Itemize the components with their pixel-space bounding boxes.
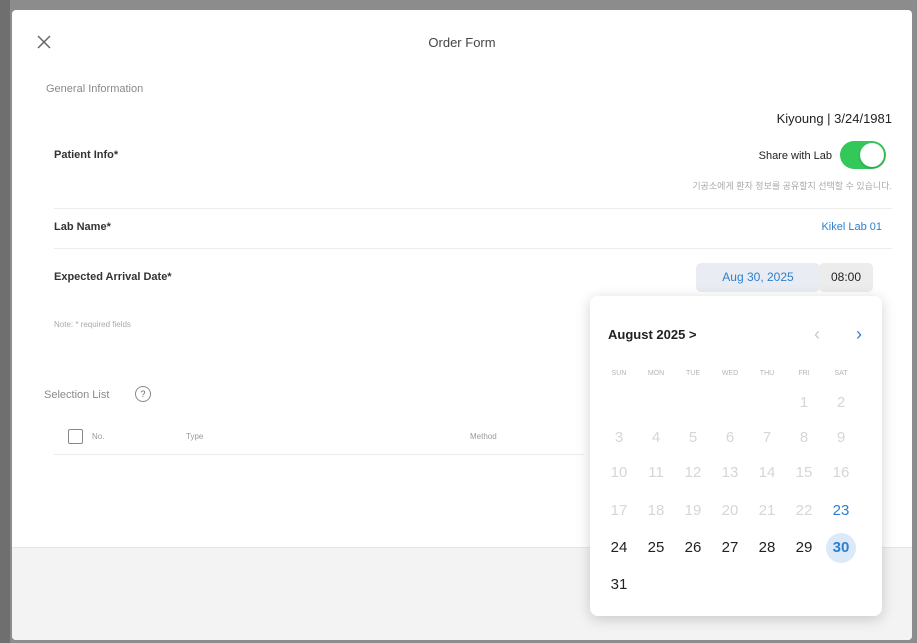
calendar-day[interactable]: 29 xyxy=(789,533,819,563)
calendar-weekday: THU xyxy=(759,370,775,377)
calendar-day[interactable]: 1 xyxy=(789,388,819,418)
column-header-method: Method xyxy=(470,432,497,441)
arrival-date-button[interactable]: Aug 30, 2025 xyxy=(696,263,820,292)
expected-arrival-date-label: Expected Arrival Date* xyxy=(54,271,172,283)
calendar-day[interactable]: 23 xyxy=(826,496,856,526)
divider xyxy=(54,248,892,249)
calendar-day[interactable]: 24 xyxy=(604,533,634,563)
calendar-day[interactable]: 15 xyxy=(789,458,819,488)
calendar-weekday: FRI xyxy=(798,370,810,377)
arrival-time-button[interactable]: 08:00 xyxy=(819,263,873,292)
modal-header: Order Form xyxy=(12,10,912,72)
table-divider xyxy=(54,454,584,455)
general-information-label: General Information xyxy=(46,83,144,95)
calendar-day[interactable]: 19 xyxy=(678,496,708,526)
calendar-day[interactable]: 14 xyxy=(752,458,782,488)
calendar-day[interactable]: 21 xyxy=(752,496,782,526)
calendar-day[interactable]: 13 xyxy=(715,458,745,488)
share-with-lab-toggle[interactable] xyxy=(840,141,886,169)
calendar-day[interactable]: 18 xyxy=(641,496,671,526)
calendar-day[interactable]: 11 xyxy=(641,458,671,488)
modal-title: Order Form xyxy=(428,35,496,50)
lab-name-value[interactable]: Kikel Lab 01 xyxy=(821,221,882,233)
chevron-right-icon[interactable]: › xyxy=(856,324,862,345)
calendar-day[interactable]: 9 xyxy=(826,423,856,453)
calendar-weekday: WED xyxy=(721,370,739,377)
backdrop-edge xyxy=(0,0,10,643)
column-header-type: Type xyxy=(186,432,204,441)
date-picker-popover: August 2025 > ‹ › SUN MON TUE WED THU FRI SAT … xyxy=(590,296,882,616)
column-header-no: No. xyxy=(92,432,105,441)
calendar-day[interactable]: 10 xyxy=(604,458,634,488)
calendar-month-label[interactable]: August 2025 > xyxy=(608,327,697,342)
calendar-day[interactable]: 31 xyxy=(604,570,634,600)
calendar-day[interactable]: 30 xyxy=(826,533,856,563)
calendar-day[interactable]: 17 xyxy=(604,496,634,526)
patient-info-value: Kiyoung | 3/24/1981 xyxy=(776,111,892,126)
calendar-day[interactable]: 8 xyxy=(789,423,819,453)
calendar-day[interactable]: 7 xyxy=(752,423,782,453)
calendar-weekday: TUE xyxy=(686,370,700,377)
calendar-day[interactable]: 16 xyxy=(826,458,856,488)
calendar-weekday: SAT xyxy=(834,370,848,377)
calendar-weekday: MON xyxy=(647,370,665,377)
select-all-checkbox[interactable] xyxy=(68,429,83,444)
toggle-knob xyxy=(860,143,884,167)
calendar-day[interactable]: 22 xyxy=(789,496,819,526)
selection-list-label: Selection List xyxy=(44,389,110,401)
lab-name-label: Lab Name* xyxy=(54,221,111,233)
chevron-left-icon[interactable]: ‹ xyxy=(814,324,820,345)
calendar-day[interactable]: 6 xyxy=(715,423,745,453)
calendar-day[interactable]: 2 xyxy=(826,388,856,418)
divider xyxy=(54,208,892,209)
calendar-day[interactable]: 5 xyxy=(678,423,708,453)
question-circle-icon[interactable]: ? xyxy=(135,386,151,402)
patient-info-label: Patient Info* xyxy=(54,149,119,161)
calendar-day[interactable]: 4 xyxy=(641,423,671,453)
calendar-day[interactable]: 28 xyxy=(752,533,782,563)
calendar-day[interactable]: 25 xyxy=(641,533,671,563)
share-hint-text: 기공소에게 환자 정보를 공유할지 선택할 수 있습니다. xyxy=(692,181,892,191)
calendar-day[interactable]: 3 xyxy=(604,423,634,453)
share-with-lab-label: Share with Lab xyxy=(758,150,832,162)
calendar-day[interactable]: 27 xyxy=(715,533,745,563)
calendar-day[interactable]: 26 xyxy=(678,533,708,563)
calendar-day[interactable]: 20 xyxy=(715,496,745,526)
required-fields-note: Note: * required fields xyxy=(54,320,131,329)
calendar-day[interactable]: 12 xyxy=(678,458,708,488)
calendar-weekday: SUN xyxy=(611,370,627,377)
